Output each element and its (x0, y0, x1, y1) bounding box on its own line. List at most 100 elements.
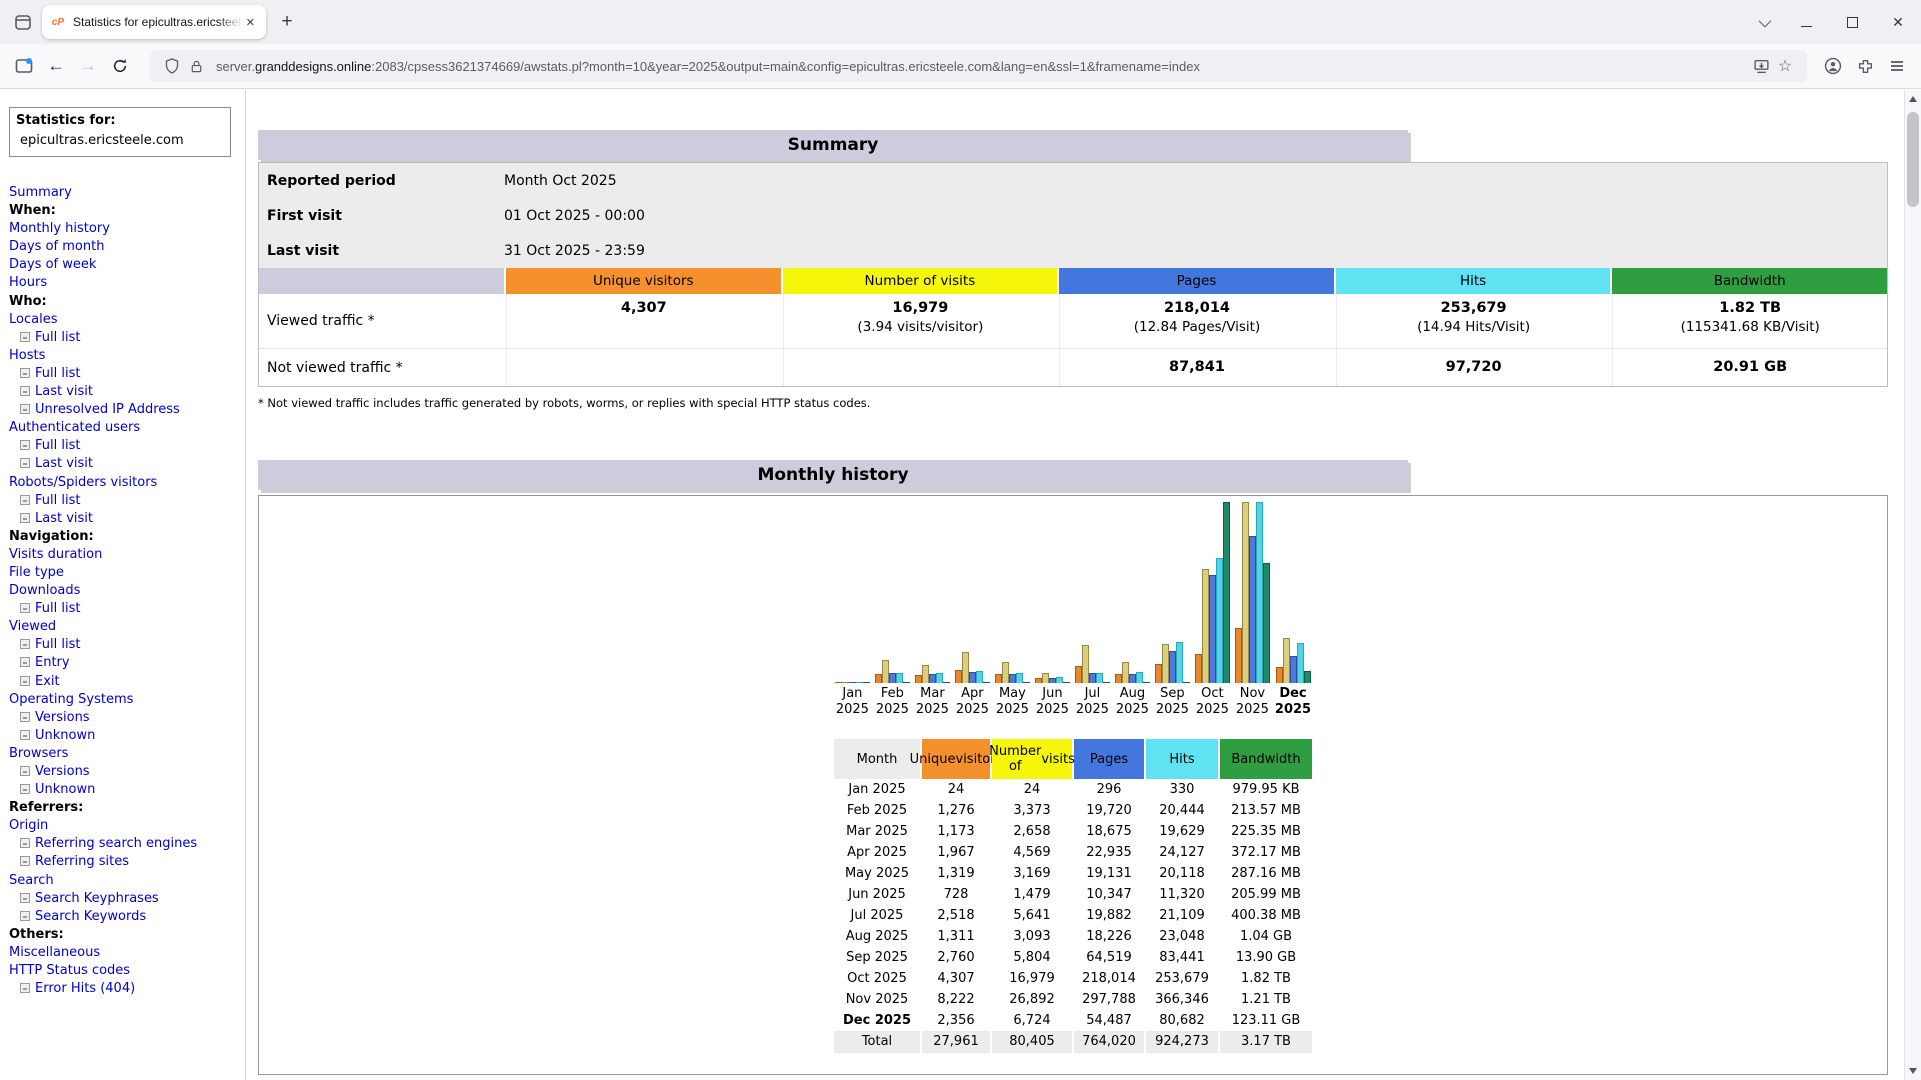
sidebar-item[interactable]: Days of week (9, 256, 245, 274)
chart-bar (1169, 651, 1176, 683)
sidebar-item[interactable]: Days of month (9, 238, 245, 256)
monthly-cell-month: Sep 2025 (834, 947, 920, 968)
sidebar-item[interactable]: Unresolved IP Address (9, 401, 245, 419)
sidebar-item[interactable]: Browsers (9, 745, 245, 763)
sidebar-item[interactable]: Search (9, 872, 245, 890)
sidebar-item[interactable]: Full list (9, 492, 245, 510)
firefox-view-icon[interactable] (8, 7, 38, 37)
monthly-cell-value: 2,518 (922, 905, 990, 926)
lock-icon[interactable] (184, 54, 208, 78)
minimize-button[interactable] (1783, 0, 1829, 44)
maximize-button[interactable] (1829, 0, 1875, 44)
sidebar-item[interactable]: Full list (9, 636, 245, 654)
url-text[interactable]: server.granddesigns.online:2083/cpsess36… (216, 59, 1749, 74)
sidebar-item[interactable]: Last visit (9, 455, 245, 473)
chart-month-name: Dec (1275, 686, 1311, 702)
sidebar-item[interactable]: Error Hits (404) (9, 980, 245, 998)
sidebar-item[interactable]: Full list (9, 329, 245, 347)
chart-month-group: Feb2025 (875, 502, 910, 717)
sidebar-item[interactable]: Last visit (9, 383, 245, 401)
scrollbar-thumb[interactable] (1907, 112, 1919, 207)
close-button[interactable]: ✕ (1875, 0, 1921, 44)
monthly-cell-value: 372.17 MB (1220, 842, 1312, 863)
save-page-icon[interactable] (1749, 54, 1773, 78)
tab-close-icon[interactable]: ✕ (243, 14, 258, 31)
chart-month-label: May2025 (996, 686, 1029, 717)
account-icon[interactable] (1817, 50, 1849, 82)
scroll-up-icon[interactable] (1905, 91, 1921, 107)
site-domain: epicultras.ericsteele.com (16, 133, 224, 148)
sidebar-item[interactable]: Versions (9, 709, 245, 727)
sidebar-item[interactable]: File type (9, 564, 245, 582)
chart-bar (1256, 502, 1263, 683)
chart-bar (1263, 563, 1270, 683)
chart-bar (969, 672, 976, 683)
sidebar-toggle-icon[interactable] (8, 50, 40, 82)
browser-tab[interactable]: cP Statistics for epicultras.ericsteele … (42, 5, 266, 39)
sidebar-item-label: Monthly history (9, 221, 110, 236)
sidebar-item[interactable]: Locales (9, 311, 245, 329)
monthly-cell-value: 20,118 (1146, 863, 1218, 884)
sidebar-item[interactable]: Unknown (9, 781, 245, 799)
reload-icon[interactable] (104, 50, 136, 82)
chart-bars (915, 502, 950, 683)
chart-month-year: 2025 (996, 702, 1029, 718)
sidebar-item[interactable]: Full list (9, 437, 245, 455)
new-tab-button[interactable]: + (272, 7, 302, 37)
sidebar-item[interactable]: Monthly history (9, 220, 245, 238)
sidebar-item[interactable]: Downloads (9, 582, 245, 600)
sidebar-item[interactable]: Miscellaneous (9, 944, 245, 962)
chart-month-label: Oct2025 (1196, 686, 1229, 717)
sidebar-item[interactable]: Visits duration (9, 546, 245, 564)
tracking-shield-icon[interactable] (160, 54, 184, 78)
monthly-cell-value: 83,441 (1146, 947, 1218, 968)
list-all-tabs-icon[interactable] (1743, 0, 1783, 44)
sidebar-item[interactable]: Search Keyphrases (9, 890, 245, 908)
sidebar-item[interactable]: Full list (9, 600, 245, 618)
monthly-cell-value: 205.99 MB (1220, 884, 1312, 905)
monthly-cell-value: 11,320 (1146, 884, 1218, 905)
chart-bar (1075, 666, 1082, 683)
monthly-cell-value: 1,173 (922, 821, 990, 842)
window-scrollbar[interactable] (1904, 90, 1921, 1080)
chart-month-group: Jul2025 (1075, 502, 1110, 717)
chart-month-label: Jun2025 (1036, 686, 1069, 717)
monthly-total-value: 924,273 (1146, 1031, 1218, 1053)
back-icon[interactable]: ← (40, 50, 72, 82)
sidebar-item[interactable]: Entry (9, 654, 245, 672)
sidebar-item[interactable]: Unknown (9, 727, 245, 745)
chart-bar (1063, 682, 1070, 683)
extensions-icon[interactable] (1849, 50, 1881, 82)
sidebar-item[interactable]: Full list (9, 365, 245, 383)
monthly-cell-value: 8,222 (922, 989, 990, 1010)
sidebar-item[interactable]: Robots/Spiders visitors (9, 474, 245, 492)
summary-info-rows: Reported periodMonth Oct 2025First visit… (259, 163, 1887, 268)
monthly-table-row: Sep 20252,7605,80464,51983,44113.90 GB (834, 947, 1312, 968)
bookmark-star-icon[interactable]: ☆ (1773, 54, 1797, 78)
sidebar-item[interactable]: Hosts (9, 347, 245, 365)
sidebar-item[interactable]: Exit (9, 673, 245, 691)
chart-bar (955, 670, 962, 683)
not-viewed-traffic-label: Not viewed traffic * (259, 349, 504, 386)
forward-icon[interactable]: → (72, 50, 104, 82)
monthly-cell-value: 3,093 (992, 926, 1072, 947)
sidebar-item[interactable]: Authenticated users (9, 419, 245, 437)
sidebar-item[interactable]: Versions (9, 763, 245, 781)
sidebar-item[interactable]: Hours (9, 274, 245, 292)
scroll-down-icon[interactable] (1905, 1063, 1921, 1079)
summary-info-row: First visit01 Oct 2025 - 00:00 (259, 198, 1887, 233)
sidebar-item[interactable]: Referring sites (9, 853, 245, 871)
sidebar-item[interactable]: Referring search engines (9, 835, 245, 853)
sidebar-item[interactable]: HTTP Status codes (9, 962, 245, 980)
sidebar-item[interactable]: Operating Systems (9, 691, 245, 709)
menu-icon[interactable] (1881, 50, 1913, 82)
sidebar-item[interactable]: Summary (9, 184, 245, 202)
chart-bar (835, 682, 842, 683)
url-bar[interactable]: server.granddesigns.online:2083/cpsess36… (150, 50, 1807, 82)
sidebar-item[interactable]: Viewed (9, 618, 245, 636)
sidebar-item[interactable]: Last visit (9, 510, 245, 528)
monthly-cell-value: 24 (992, 779, 1072, 800)
sidebar-item[interactable]: Origin (9, 817, 245, 835)
sidebar-item-label: Days of week (9, 257, 96, 272)
sidebar-item[interactable]: Search Keywords (9, 908, 245, 926)
